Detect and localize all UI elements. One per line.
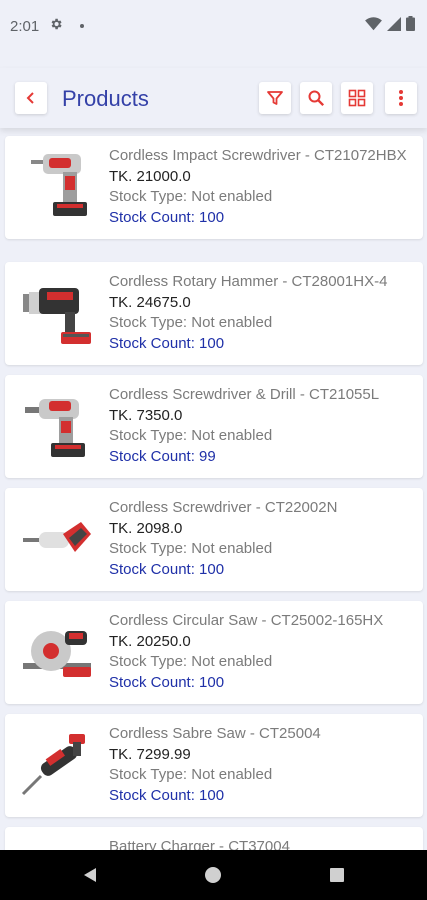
product-card[interactable]: Cordless Sabre Saw - CT25004 TK. 7299.99…	[5, 714, 423, 817]
product-stock-count: Stock Count: 100	[109, 673, 225, 691]
product-stock-type: Stock Type: Not enabled	[109, 188, 273, 205]
product-name: Cordless Screwdriver - CT22002N	[109, 499, 338, 516]
product-stock-count: Stock Count: 100	[109, 560, 225, 578]
product-card[interactable]: Cordless Screwdriver & Drill - CT21055L …	[5, 375, 423, 478]
filter-icon	[267, 91, 283, 105]
circular-saw-image	[23, 631, 91, 677]
status-indicators	[365, 16, 415, 31]
status-time: 2:01	[10, 18, 40, 35]
battery-icon	[406, 16, 415, 31]
product-name: Battery Charger - CT37004	[109, 838, 290, 850]
status-bar: 2:01	[0, 0, 427, 56]
settings-gear-icon	[49, 17, 63, 36]
product-price: TK. 20250.0	[109, 632, 191, 650]
cell-signal-icon	[387, 16, 401, 31]
page-title: Products	[62, 86, 149, 111]
product-price: TK. 2098.0	[109, 519, 183, 537]
recents-nav-icon[interactable]	[329, 867, 345, 883]
cordless-screwdriver-image	[23, 522, 91, 552]
product-price: TK. 21000.0	[109, 167, 191, 185]
grid-view-button[interactable]	[341, 82, 373, 114]
more-vert-icon	[399, 90, 403, 106]
product-card[interactable]: Cordless Circular Saw - CT25002-165HX TK…	[5, 601, 423, 704]
product-stock-count: Stock Count: 100	[109, 334, 225, 352]
product-name: Cordless Screwdriver & Drill - CT21055L	[109, 386, 380, 403]
home-nav-icon[interactable]	[205, 867, 221, 883]
product-name: Cordless Circular Saw - CT25002-165HX	[109, 612, 384, 629]
grid-view-icon	[348, 89, 366, 107]
search-button[interactable]	[300, 82, 332, 114]
product-stock-count: Stock Count: 100	[109, 208, 225, 226]
back-button[interactable]	[15, 82, 47, 114]
search-icon	[308, 90, 325, 107]
impact-screwdriver-image	[31, 154, 87, 216]
product-name: Cordless Rotary Hammer - CT28001HX-4	[109, 273, 388, 290]
product-list[interactable]: Cordless Impact Screwdriver - CT21072HBX…	[0, 128, 427, 850]
wifi-icon	[365, 16, 382, 30]
navigation-bar	[0, 850, 427, 900]
product-name: Cordless Sabre Saw - CT25004	[109, 725, 321, 742]
product-stock-count: Stock Count: 99	[109, 447, 216, 465]
more-options-button[interactable]	[385, 82, 417, 114]
filter-button[interactable]	[259, 82, 291, 114]
product-stock-type: Stock Type: Not enabled	[109, 766, 273, 783]
product-stock-type: Stock Type: Not enabled	[109, 540, 273, 557]
product-price: TK. 24675.0	[109, 293, 191, 311]
product-card[interactable]: Battery Charger - CT37004	[5, 827, 423, 850]
drill-image	[25, 399, 85, 457]
rotary-hammer-image	[23, 288, 91, 344]
product-stock-type: Stock Type: Not enabled	[109, 314, 273, 331]
product-stock-count: Stock Count: 100	[109, 786, 225, 804]
product-card[interactable]: Cordless Impact Screwdriver - CT21072HBX…	[5, 136, 423, 239]
sabre-saw-image	[21, 734, 85, 796]
product-stock-type: Stock Type: Not enabled	[109, 653, 273, 670]
chevron-left-icon	[26, 92, 34, 104]
app-bar: Products	[0, 68, 427, 128]
product-price: TK. 7350.0	[109, 406, 183, 424]
back-nav-icon[interactable]	[82, 867, 98, 883]
product-card[interactable]: Cordless Screwdriver - CT22002N TK. 2098…	[5, 488, 423, 591]
product-card[interactable]: Cordless Rotary Hammer - CT28001HX-4 TK.…	[5, 262, 423, 365]
product-stock-type: Stock Type: Not enabled	[109, 427, 273, 444]
product-price: TK. 7299.99	[109, 745, 191, 763]
product-name: Cordless Impact Screwdriver - CT21072HBX	[109, 147, 407, 164]
notification-dot-icon	[80, 24, 84, 28]
